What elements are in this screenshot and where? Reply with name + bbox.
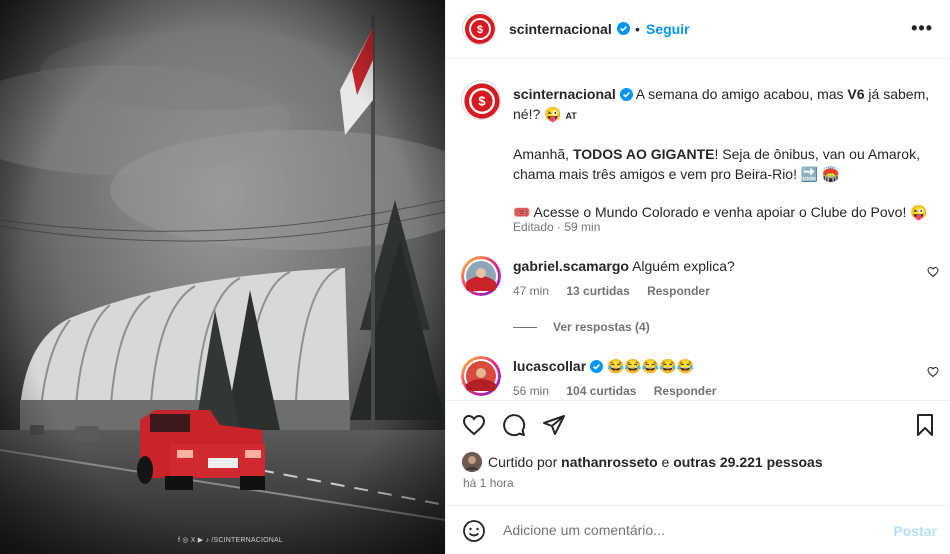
more-options-icon[interactable]: ••• (911, 18, 933, 39)
svg-text:$: $ (477, 24, 483, 36)
image-watermark: f ◎ X ▶ ♪ /SCINTERNACIONAL (178, 537, 283, 544)
caption-line3: 🎟️ Acesse o Mundo Colorado e venha apoia… (513, 204, 928, 220)
post-caption: scinternacional A semana do amigo acabou… (513, 84, 938, 240)
likes-others[interactable]: outras 29.221 pessoas (673, 454, 822, 470)
post-image[interactable]: f ◎ X ▶ ♪ /SCINTERNACIONAL (0, 0, 445, 554)
comment-avatar[interactable] (461, 356, 501, 396)
comment-username[interactable]: lucascollar (513, 358, 586, 374)
header-separator: • (635, 21, 640, 37)
internacional-logo-icon: $ (464, 83, 500, 119)
verified-badge-icon (619, 88, 633, 101)
comment-avatar[interactable] (461, 256, 501, 296)
comment-bubble-icon[interactable] (502, 413, 526, 437)
comment-text: Alguém explica? (632, 258, 735, 274)
caption-line2-a: Amanhã, (513, 146, 573, 162)
svg-text:$: $ (478, 94, 486, 109)
comment-username[interactable]: gabriel.scamargo (513, 258, 629, 274)
view-replies-button[interactable]: Ver respostas (4) (513, 320, 650, 334)
likes-middle: e (657, 454, 674, 470)
comments-area[interactable]: $ scinternacional A semana do amigo acab… (446, 60, 950, 400)
add-comment-bar: Postar (446, 505, 950, 554)
caption-avatar[interactable]: $ (461, 80, 501, 120)
comment-likes[interactable]: 13 curtidas (566, 284, 629, 298)
like-comment-heart-icon[interactable] (927, 266, 939, 278)
stadium-photo (0, 0, 445, 554)
post-comment-button[interactable]: Postar (893, 523, 937, 539)
caption-meta: Editado · 59 min (513, 220, 601, 234)
caption-username[interactable]: scinternacional (513, 86, 616, 102)
comment-input[interactable] (503, 520, 883, 540)
liker-username[interactable]: nathanrosseto (561, 454, 657, 470)
user-avatar-icon (461, 256, 501, 296)
user-avatar-icon (462, 452, 482, 472)
caption-line2-b: TODOS AO GIGANTE (572, 146, 715, 162)
follow-button[interactable]: Seguir (646, 21, 690, 37)
verified-badge-icon (617, 22, 630, 35)
share-send-icon[interactable] (542, 413, 566, 437)
likes-prefix: Curtido por (488, 454, 562, 470)
user-avatar-icon (461, 356, 501, 396)
like-comment-heart-icon[interactable] (927, 366, 939, 378)
reply-button[interactable]: Responder (647, 284, 710, 298)
comment-time: 56 min (513, 384, 550, 398)
emoji-icon[interactable] (462, 519, 486, 543)
like-heart-icon[interactable] (462, 413, 486, 437)
internacional-logo-icon: $ (465, 14, 495, 44)
comment-text: 😂😂😂😂😂 (606, 358, 695, 374)
action-bar (446, 400, 950, 446)
header-username[interactable]: scinternacional (509, 21, 612, 37)
post-header: $ scinternacional • Seguir ••• (446, 0, 950, 59)
post-time[interactable]: há 1 hora (463, 476, 514, 490)
reply-button[interactable]: Responder (654, 384, 717, 398)
caption-line1-b: V6 (847, 86, 865, 102)
liker-avatar[interactable] (462, 452, 482, 472)
comment-time: 47 min (513, 284, 550, 298)
verified-badge-icon (590, 360, 604, 373)
account-avatar[interactable]: $ (462, 11, 496, 45)
save-bookmark-icon[interactable] (913, 413, 937, 437)
post-panel: $ scinternacional • Seguir ••• $ scinter… (445, 0, 950, 554)
comment-likes[interactable]: 104 curtidas (566, 384, 636, 398)
caption-line1-a: A semana do amigo acabou, mas (635, 86, 848, 102)
caption-tag: AT (565, 111, 577, 121)
